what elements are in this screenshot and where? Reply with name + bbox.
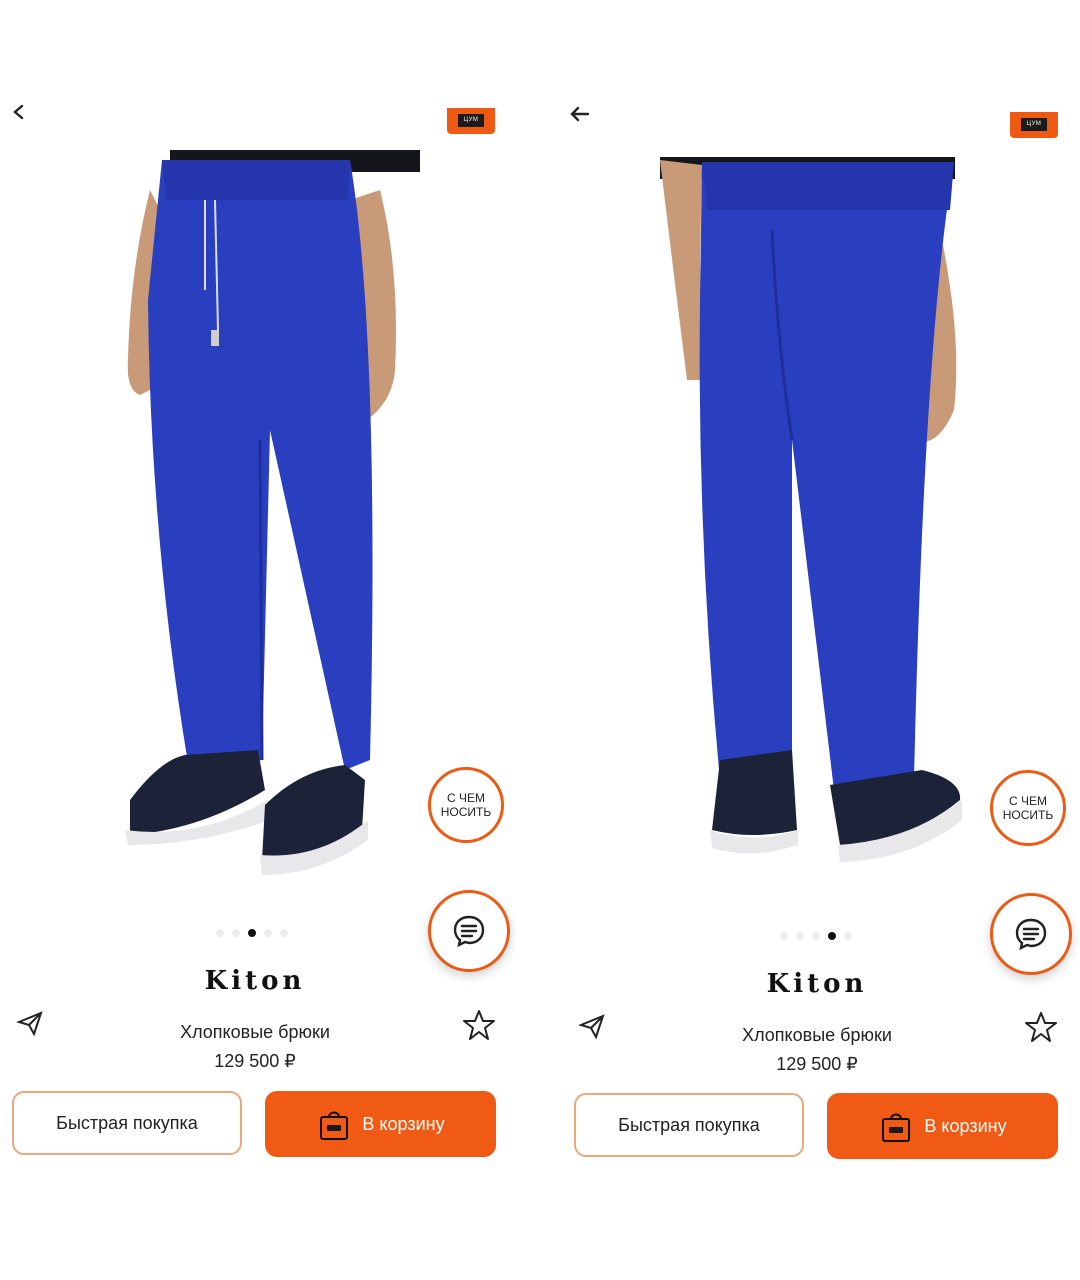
shopping-bag-icon xyxy=(882,1113,911,1142)
carousel-dot[interactable] xyxy=(264,929,272,937)
chat-button[interactable] xyxy=(428,890,510,972)
product-price: 129 500 ₽ xyxy=(776,1054,858,1074)
carousel-dot[interactable] xyxy=(280,929,288,937)
share-send-icon[interactable] xyxy=(16,1009,44,1037)
add-to-cart-button[interactable]: В корзину xyxy=(827,1093,1058,1159)
carousel-dot[interactable] xyxy=(844,932,852,940)
what-to-wear-button[interactable]: С ЧЕМ НОСИТЬ xyxy=(990,770,1066,846)
carousel-dot[interactable] xyxy=(796,932,804,940)
share-send-icon[interactable] xyxy=(578,1012,606,1040)
quick-buy-label: Быстрая покупка xyxy=(618,1114,760,1135)
product-name: Хлопковые брюки xyxy=(180,1022,330,1042)
product-name: Хлопковые брюки xyxy=(742,1025,892,1045)
add-to-cart-label: В корзину xyxy=(924,1115,1007,1136)
what-to-wear-label: С ЧЕМ НОСИТЬ xyxy=(440,791,492,819)
carousel-dot[interactable] xyxy=(780,932,788,940)
quick-buy-button[interactable]: Быстрая покупка xyxy=(12,1091,242,1155)
chat-button[interactable] xyxy=(990,893,1072,975)
shopping-bag-icon xyxy=(320,1111,349,1140)
add-to-cart-label: В корзину xyxy=(362,1113,445,1134)
carousel-dot-active[interactable] xyxy=(828,932,836,940)
star-icon[interactable] xyxy=(1024,1010,1058,1044)
star-icon[interactable] xyxy=(462,1008,496,1042)
add-to-cart-button[interactable]: В корзину xyxy=(265,1091,496,1157)
product-price: 129 500 ₽ xyxy=(214,1051,296,1071)
quick-buy-button[interactable]: Быстрая покупка xyxy=(574,1093,804,1157)
carousel-dot[interactable] xyxy=(812,932,820,940)
store-logo-badge[interactable]: ЦУМ xyxy=(1010,112,1058,138)
back-arrow-icon[interactable] xyxy=(6,98,34,126)
carousel-dot-active[interactable] xyxy=(248,929,256,937)
store-logo-text: ЦУМ xyxy=(1021,118,1047,131)
back-arrow-icon[interactable] xyxy=(566,100,594,128)
carousel-dot[interactable] xyxy=(232,929,240,937)
chat-icon xyxy=(1015,918,1047,951)
product-screen-right: ЦУМ С ЧЕМ НОСИТЬ Kiton Хлопковые брюки 1… xyxy=(562,0,1080,1280)
brand-logo[interactable]: Kiton xyxy=(732,969,902,999)
store-logo-text: ЦУМ xyxy=(458,114,484,127)
carousel-indicator xyxy=(780,932,852,940)
chat-icon xyxy=(453,915,485,948)
carousel-dot[interactable] xyxy=(216,929,224,937)
product-screen-left: ЦУМ С ЧЕМ НОСИТЬ Kiton Хлопковые брюки 1… xyxy=(0,0,520,1280)
store-logo-badge[interactable]: ЦУМ xyxy=(447,108,495,134)
what-to-wear-label: С ЧЕМ НОСИТЬ xyxy=(1002,794,1054,822)
brand-logo[interactable]: Kiton xyxy=(170,966,340,996)
carousel-indicator xyxy=(216,929,288,937)
quick-buy-label: Быстрая покупка xyxy=(56,1112,198,1133)
what-to-wear-button[interactable]: С ЧЕМ НОСИТЬ xyxy=(428,767,504,843)
